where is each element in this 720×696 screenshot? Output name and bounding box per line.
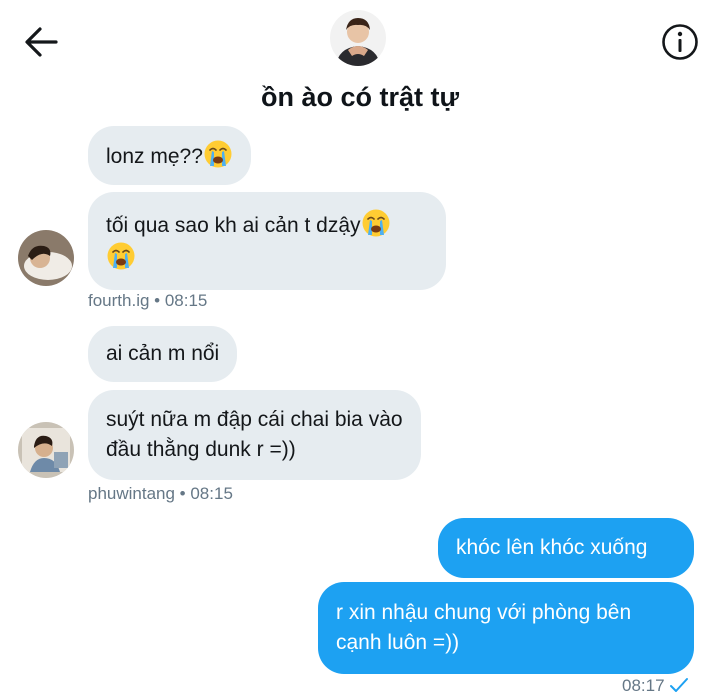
- message-text: lonz mẹ??: [106, 145, 203, 168]
- incoming-message-bubble[interactable]: suýt nữa m đập cái chai bia vào đầu thằn…: [88, 390, 421, 480]
- sender-avatar-image: [18, 422, 74, 478]
- incoming-message-bubble[interactable]: tối qua sao kh ai cản t dzậy: [88, 192, 446, 290]
- message-text-line: đầu thằng dunk r =)): [106, 438, 296, 461]
- outgoing-message-bubble[interactable]: r xin nhậu chung với phòng bên cạnh luôn…: [318, 582, 694, 674]
- message-text-line: suýt nữa m đập cái chai bia vào: [106, 408, 403, 431]
- message-text: ai cản m nổi: [106, 342, 220, 365]
- loudly-crying-face-emoji: [107, 242, 135, 270]
- loudly-crying-face-emoji: [362, 209, 389, 237]
- arrow-left-icon: [25, 27, 58, 57]
- checkmark-icon: [669, 678, 688, 692]
- back-button[interactable]: [22, 24, 62, 60]
- incoming-message-bubble[interactable]: lonz mẹ??: [88, 126, 251, 185]
- message-text-line: r xin nhậu chung với phòng bên: [336, 601, 632, 624]
- sender-avatar[interactable]: [18, 422, 74, 478]
- info-button[interactable]: [660, 22, 700, 62]
- message-text: khóc lên khóc xuống: [456, 536, 648, 559]
- conversation-header: ồn ào có trật tự: [0, 0, 720, 120]
- group-avatar-image: [330, 10, 386, 66]
- conversation-title: ồn ào có trật tự: [260, 82, 460, 112]
- sender-meta: phuwintang • 08:15: [88, 484, 233, 503]
- message-text-line: cạnh luôn =)): [336, 631, 460, 654]
- sender-avatar-image: [18, 230, 74, 286]
- incoming-message-bubble[interactable]: ai cản m nổi: [88, 326, 238, 382]
- message-timestamp: 08:17: [622, 676, 689, 696]
- sender-avatar[interactable]: [18, 230, 74, 286]
- info-circle-icon: [662, 24, 698, 60]
- outgoing-message-bubble[interactable]: khóc lên khóc xuống: [438, 518, 694, 578]
- group-avatar[interactable]: [330, 10, 386, 66]
- sender-meta: fourth.ig • 08:15: [88, 291, 208, 310]
- message-text: tối qua sao kh ai cản t dzậy: [106, 208, 428, 241]
- loudly-crying-face-emoji: [204, 140, 232, 168]
